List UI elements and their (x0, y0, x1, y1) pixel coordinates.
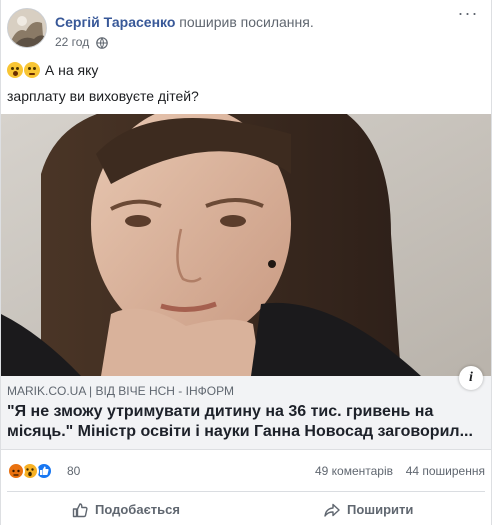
link-headline[interactable]: "Я не зможу утримувати дитину на 36 тис.… (7, 402, 485, 442)
share-button[interactable]: Поширити (323, 496, 413, 524)
like-button-label: Подобається (95, 502, 180, 517)
post-action-bar: Подобається Поширити (7, 496, 485, 524)
like-button[interactable]: Подобається (71, 496, 180, 524)
source-separator: | (89, 384, 93, 398)
thumbs-up-icon (72, 503, 88, 518)
thinking-emoji-icon (24, 62, 40, 78)
post-action-text: поширив посилання. (179, 14, 314, 30)
post-timestamp: 22 год (55, 35, 108, 49)
globe-icon (95, 37, 108, 49)
post-text-line-1: А на яку (7, 61, 98, 79)
comments-count[interactable]: 49 коментарів (315, 464, 393, 478)
post-text-line-2: зарплату ви виховуєте дітей? (7, 88, 199, 104)
post-header: Сергій Тарасенко поширив посилання. 22 г… (7, 4, 479, 54)
reaction-count: 80 (67, 464, 81, 478)
post-card: Сергій Тарасенко поширив посилання. 22 г… (0, 0, 492, 525)
divider (7, 491, 485, 492)
angry-reaction-icon (7, 462, 25, 480)
post-stats: 80 49 коментарів 44 поширення (7, 461, 485, 481)
link-source: MARIK.CO.UA | ВІД ВІЧЕ НСН - ІНФОРМ (7, 384, 234, 398)
link-domain: MARIK.CO.UA (7, 384, 86, 398)
timestamp-text[interactable]: 22 год (55, 35, 89, 49)
info-icon[interactable]: i (459, 366, 483, 390)
astonished-emoji-icon (7, 62, 23, 78)
shares-count[interactable]: 44 поширення (406, 464, 485, 478)
share-arrow-icon (324, 503, 340, 517)
link-via: ВІД ВІЧЕ НСН - ІНФОРМ (95, 384, 234, 398)
more-options-icon[interactable]: ··· (457, 4, 479, 24)
link-preview-meta[interactable]: MARIK.CO.UA | ВІД ВІЧЕ НСН - ІНФОРМ "Я н… (1, 376, 491, 450)
author-name[interactable]: Сергій Тарасенко (55, 14, 175, 30)
post-text-1: А на яку (44, 62, 99, 78)
post-byline: Сергій Тарасенко поширив посилання. (55, 14, 314, 30)
share-button-label: Поширити (347, 502, 414, 517)
avatar[interactable] (7, 8, 47, 48)
link-preview-image[interactable] (1, 114, 491, 376)
